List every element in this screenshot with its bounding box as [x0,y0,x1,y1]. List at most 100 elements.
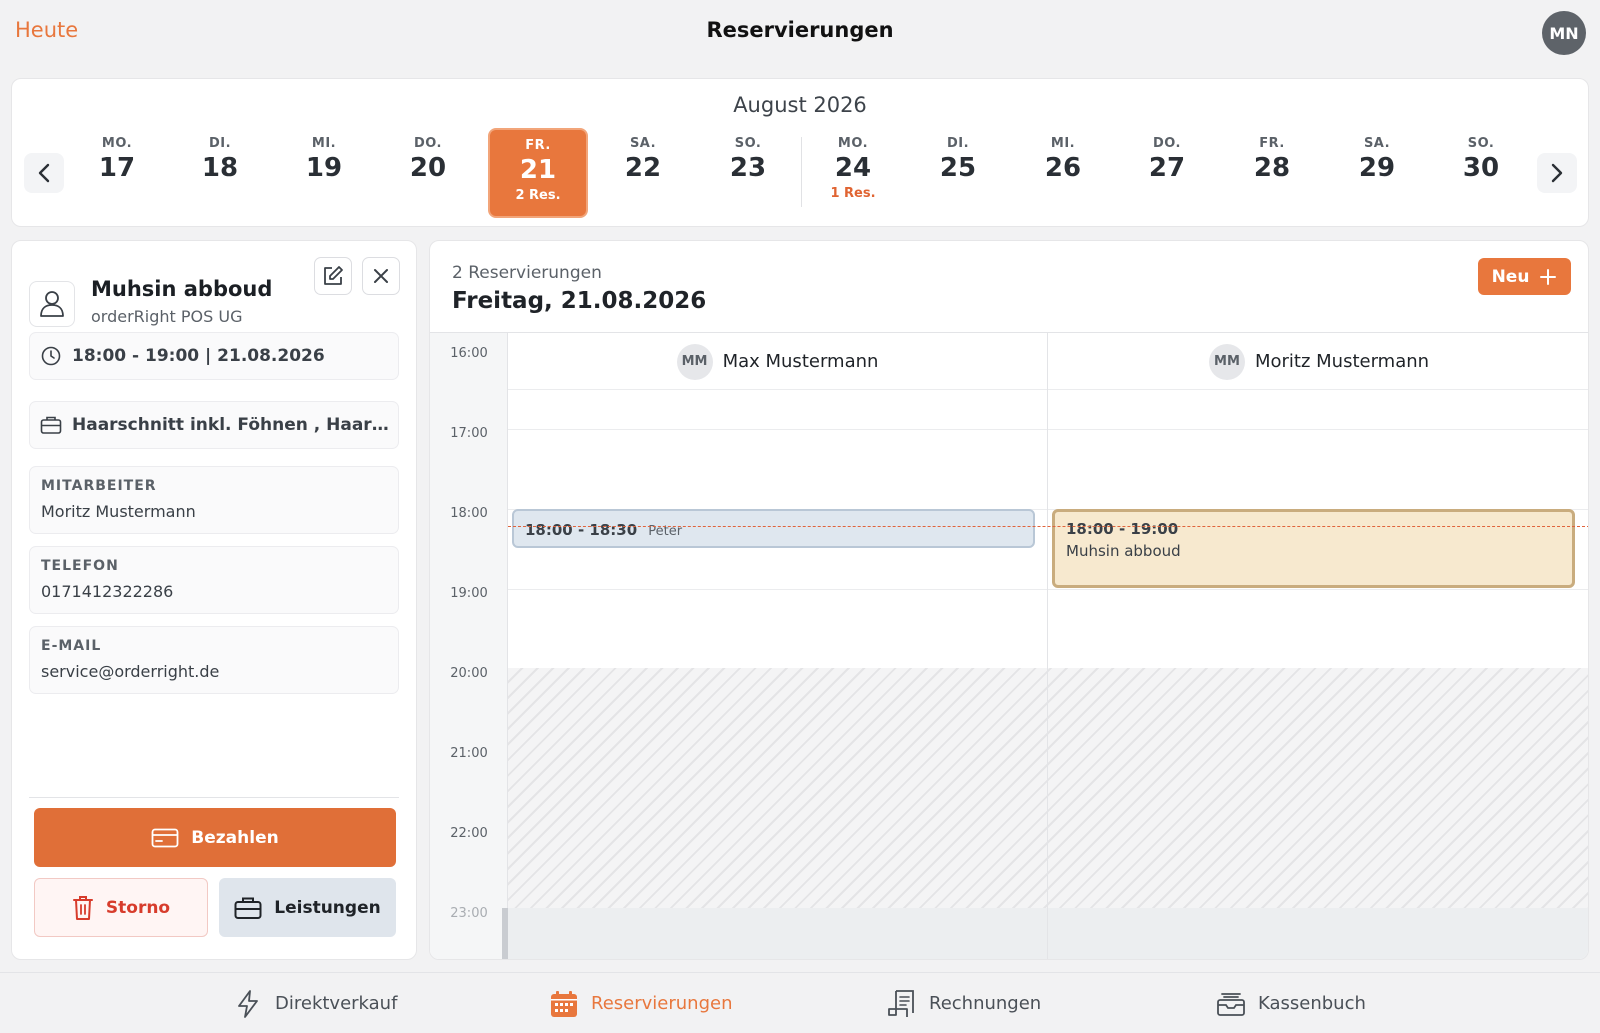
storno-label: Storno [105,897,171,918]
day-weekday: MI. [311,136,337,151]
after-hours-indicator [502,908,508,959]
new-label: Neu [1491,266,1530,287]
day-number: 26 [1044,153,1082,183]
event-time: 18:00 - 19:00 [1066,520,1179,538]
phone-value[interactable]: 0171412322286 [41,582,173,601]
day-21-selected[interactable]: FR. 21 2 Res. [488,128,588,218]
reservation-count: 2 Reservierungen [452,263,602,283]
day-weekday: DO. [414,136,442,151]
date-strip: August 2026 MO. 17 DI. 18 MI. 19 DO. 20 … [11,78,1589,227]
day-26[interactable]: MI. 26 [1013,128,1113,218]
day-25[interactable]: DI. 25 [908,128,1008,218]
tab-label: Rechnungen [929,993,1042,1014]
customer-company: orderRight POS UG [91,307,243,326]
day-weekday: DO. [1153,136,1181,151]
day-weekday: DI. [946,136,970,151]
email-field: E-MAIL service@orderright.de [29,626,399,694]
staff-value: Moritz Mustermann [41,502,196,521]
day-number: 19 [305,153,343,183]
edit-button[interactable] [314,257,352,295]
closed-hours-area [508,668,1588,908]
day-22[interactable]: SA. 22 [593,128,693,218]
user-avatar[interactable]: MN [1542,11,1586,55]
person-icon [40,291,64,317]
staff-column-header-max[interactable]: MM Max Mustermann [508,333,1047,390]
day-30[interactable]: SO. 30 [1431,128,1531,218]
day-weekday: SA. [1363,136,1391,151]
close-icon [374,269,388,283]
tab-kassenbuch[interactable]: Kassenbuch [1216,973,1366,1033]
after-hours-area [508,908,1588,959]
day-19[interactable]: MI. 19 [274,128,374,218]
day-weekday: FR. [1259,136,1285,151]
week-separator [801,137,802,207]
prev-week-button[interactable] [24,153,64,193]
pay-label: Bezahlen [191,827,279,848]
pay-button[interactable]: Bezahlen [34,808,396,867]
tab-rechnungen[interactable]: Rechnungen [887,973,1041,1033]
services-button[interactable]: Leistungen [219,878,396,937]
staff-column-header-moritz[interactable]: MM Moritz Mustermann [1048,333,1588,390]
page-title: Reservierungen [706,18,894,42]
calendar-date: Freitag, 21.08.2026 [452,288,707,314]
day-18[interactable]: DI. 18 [170,128,270,218]
reservation-detail-panel: Muhsin abboud orderRight POS UG 18:00 - … [11,240,417,960]
day-23[interactable]: SO. 23 [698,128,798,218]
day-number: 18 [201,153,239,183]
tab-direktverkauf[interactable]: Direktverkauf [233,973,397,1033]
time-label: 18:00 [450,506,488,521]
reservation-event-peter[interactable]: 18:00 - 18:30 Peter [512,509,1035,548]
reservation-time-row: 18:00 - 19:00 | 21.08.2026 [29,332,399,380]
grid-line [508,389,1588,390]
clock-icon [40,345,62,367]
day-24[interactable]: MO. 24 1 Res. [803,128,903,218]
day-calendar: 2 Reservierungen Freitag, 21.08.2026 Neu… [429,240,1589,960]
reservation-event-muhsin[interactable]: 18:00 - 19:00 Muhsin abboud [1052,509,1575,588]
briefcase-icon [234,897,262,919]
today-link[interactable]: Heute [15,18,78,42]
time-label: 21:00 [450,746,488,761]
calendar-icon [549,989,579,1019]
services-label: Leistungen [274,897,381,918]
storno-button[interactable]: Storno [34,878,208,937]
day-29[interactable]: SA. 29 [1327,128,1427,218]
tab-label: Direktverkauf [275,993,398,1014]
staff-avatar: MM [676,343,713,380]
day-weekday: MO. [837,136,869,151]
grid-line [508,429,1588,430]
tab-reservierungen[interactable]: Reservierungen [549,973,732,1033]
email-label: E-MAIL [41,638,102,654]
event-name: Muhsin abboud [1066,542,1181,560]
close-button[interactable] [362,257,400,295]
receipt-icon [887,989,917,1019]
customer-avatar [29,281,75,327]
day-res-count: 1 Res. [830,186,876,201]
day-weekday: FR. [525,138,551,153]
day-weekday: MI. [1050,136,1076,151]
tab-label: Kassenbuch [1258,993,1366,1014]
day-17[interactable]: MO. 17 [67,128,167,218]
services-row[interactable]: Haarschnitt inkl. Föhnen , Haarwä... [29,401,399,449]
day-20[interactable]: DO. 20 [378,128,478,218]
day-number: 17 [98,153,136,183]
staff-avatar: MM [1208,343,1245,380]
trash-icon [72,895,93,920]
services-summary: Haarschnitt inkl. Föhnen , Haarwä... [72,415,392,435]
chevron-right-icon [1551,163,1563,183]
time-label: 23:00 [450,906,488,921]
phone-label: TELEFON [41,558,119,574]
staff-label: MITARBEITER [41,478,157,494]
email-value[interactable]: service@orderright.de [41,662,219,681]
time-label: 17:00 [450,426,488,441]
briefcase-icon [40,414,62,436]
next-week-button[interactable] [1537,153,1577,193]
day-27[interactable]: DO. 27 [1117,128,1217,218]
cashbook-icon [1216,989,1246,1019]
day-number: 21 [519,155,557,185]
panel-divider [29,797,399,798]
new-reservation-button[interactable]: Neu [1478,258,1571,295]
day-weekday: MO. [101,136,133,151]
top-bar: Heute Reservierungen MN [0,0,1600,66]
day-28[interactable]: FR. 28 [1222,128,1322,218]
time-label: 20:00 [450,666,488,681]
